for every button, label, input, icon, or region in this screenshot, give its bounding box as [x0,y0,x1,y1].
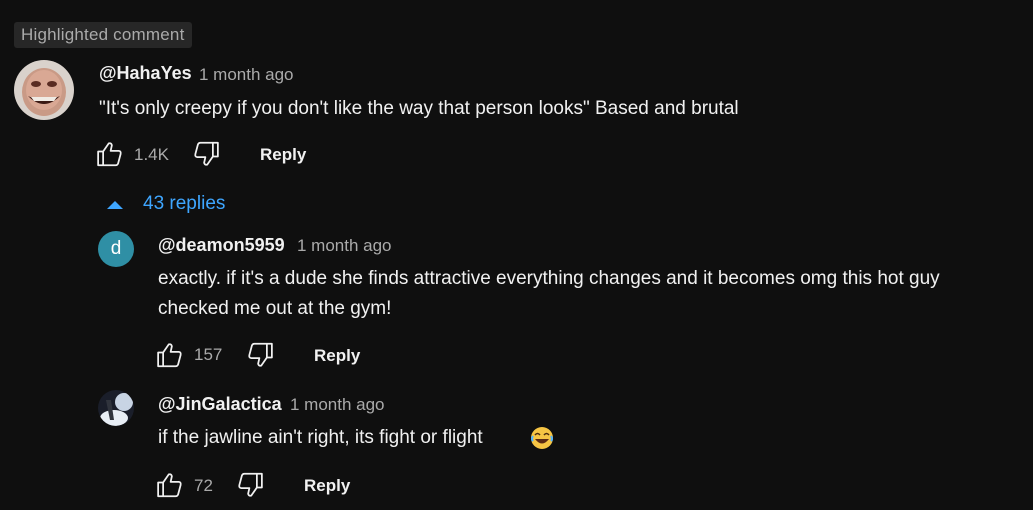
like-count: 157 [194,345,223,364]
reply-text-line-2: checked me out at the gym! [158,298,392,319]
like-count: 72 [194,476,213,495]
comment-author[interactable]: @HahaYes [99,63,192,84]
reply-text-line-1: exactly. if it's a dude she finds attrac… [158,268,940,289]
laughing-emoji-icon [529,425,555,451]
like-count: 1.4K [134,145,169,164]
reply-button[interactable]: Reply [304,476,350,496]
caret-up-icon [107,201,123,209]
thumb-down-icon[interactable] [191,139,221,169]
comment-time[interactable]: 1 month ago [199,65,294,85]
replies-count-label[interactable]: 43 replies [143,193,225,215]
thumb-down-icon[interactable] [245,340,275,370]
reply-author[interactable]: @deamon5959 [158,235,285,256]
reply-button[interactable]: Reply [314,346,360,366]
reply-author[interactable]: @JinGalactica [158,394,282,415]
reply-text: if the jawline ain't right, its fight or… [158,427,483,448]
reply-time[interactable]: 1 month ago [297,236,392,256]
comment-text: "It's only creepy if you don't like the … [99,98,739,119]
thumb-down-icon[interactable] [235,470,265,500]
thumb-up-icon[interactable] [95,139,125,169]
reply-time[interactable]: 1 month ago [290,395,385,415]
thumb-up-icon[interactable] [155,340,185,370]
reply-button[interactable]: Reply [260,145,306,165]
avatar[interactable]: d [98,231,134,267]
highlighted-comment-badge: Highlighted comment [14,22,192,48]
avatar[interactable] [14,60,74,120]
avatar[interactable] [98,390,134,426]
thumb-up-icon[interactable] [155,470,185,500]
replies-toggle[interactable] [104,192,126,218]
